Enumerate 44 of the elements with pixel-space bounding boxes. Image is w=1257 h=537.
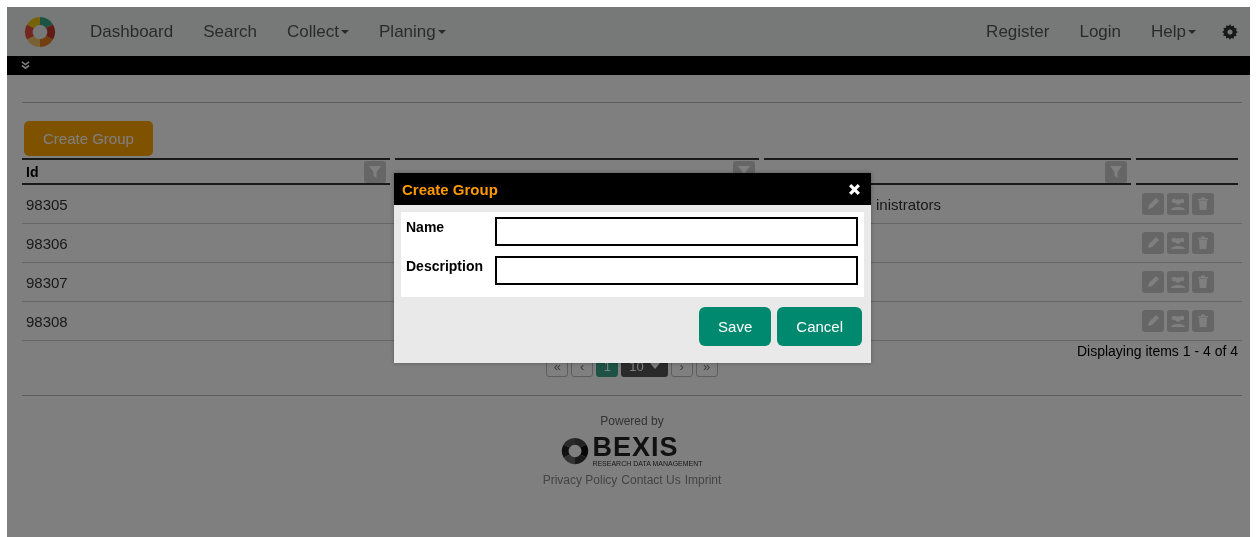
nav-link[interactable]: Dashboard (90, 21, 174, 42)
pencil-icon[interactable] (1142, 271, 1164, 293)
footer-link[interactable]: Contact Us (621, 473, 681, 487)
pager-summary: Displaying items 1 - 4 of 4 (1076, 343, 1238, 359)
trash-icon[interactable] (1192, 310, 1214, 332)
input-field[interactable] (495, 256, 858, 285)
pencil-icon[interactable] (1142, 232, 1164, 254)
pencil-icon[interactable] (1142, 310, 1164, 332)
footer-link[interactable]: Imprint (684, 473, 722, 487)
create-group-button[interactable]: Create Group (24, 121, 153, 156)
close-icon[interactable] (848, 182, 861, 196)
people-icon[interactable] (1167, 193, 1189, 215)
people-icon[interactable] (1167, 232, 1189, 254)
dialog-button[interactable]: Cancel (777, 307, 862, 346)
nav-link[interactable]: Login (1079, 21, 1122, 42)
dialog-title: Create Group (402, 180, 498, 198)
trash-icon[interactable] (1192, 271, 1214, 293)
dialog-button[interactable]: Save (699, 307, 772, 346)
field-label: Description (406, 257, 484, 274)
logo-icon (561, 436, 590, 465)
trash-icon[interactable] (1192, 232, 1214, 254)
input-field[interactable] (495, 217, 858, 246)
nav-link[interactable]: Search (203, 21, 258, 42)
table-cell: 98305 (26, 195, 68, 213)
column-header: Id (26, 163, 39, 180)
pencil-icon[interactable] (1142, 193, 1164, 215)
settings-icon[interactable] (1222, 23, 1238, 40)
table-cell: 98307 (26, 273, 68, 291)
nav-link[interactable]: Register (986, 21, 1050, 42)
nav-link[interactable]: Planing (379, 21, 446, 42)
nav-link[interactable]: Collect (287, 21, 349, 42)
powered-by-text: Powered by (600, 414, 664, 428)
nav-link[interactable]: Help (1151, 21, 1196, 42)
people-icon[interactable] (1167, 310, 1189, 332)
footer-link[interactable]: Privacy Policy (542, 473, 618, 487)
logo-icon[interactable] (24, 15, 56, 48)
brand-name: BEXIS (592, 434, 679, 460)
table-cell: 98308 (26, 312, 68, 330)
expand-icon[interactable] (21, 61, 30, 70)
table-cell: 98306 (26, 234, 68, 252)
field-label: Name (406, 218, 446, 235)
trash-icon[interactable] (1192, 193, 1214, 215)
people-icon[interactable] (1167, 271, 1189, 293)
table-cell: inistrators (876, 195, 942, 213)
